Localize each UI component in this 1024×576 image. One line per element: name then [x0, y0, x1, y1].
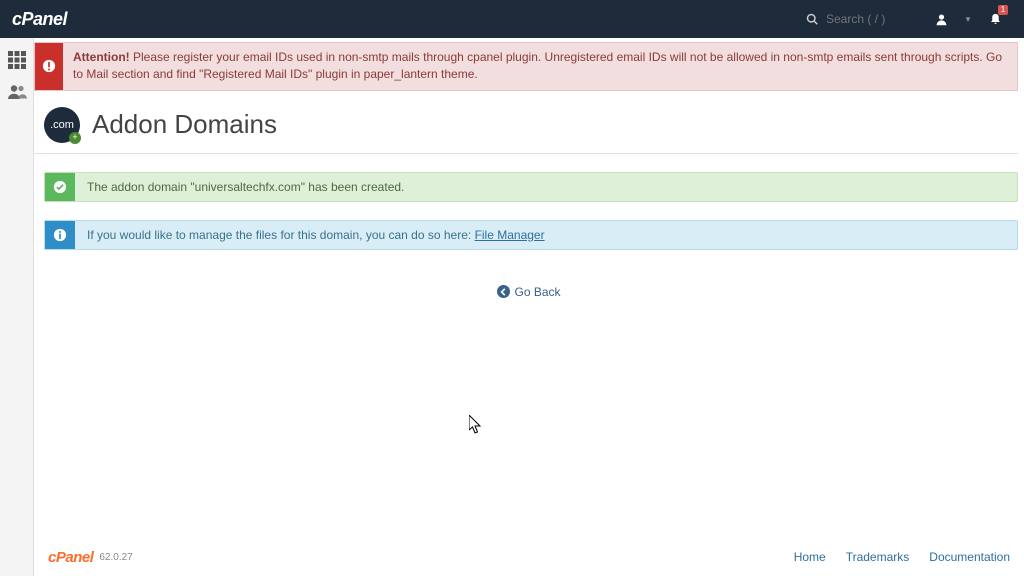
cpanel-logo[interactable]: cPanel: [12, 9, 67, 30]
user-menu-caret[interactable]: ▾: [958, 14, 978, 25]
notifications-button[interactable]: 1: [978, 0, 1012, 38]
left-sidebar: [0, 38, 34, 576]
main-content: Attention! Please register your email ID…: [34, 38, 1024, 538]
info-icon-wrap: [45, 221, 75, 249]
notification-badge: 1: [998, 5, 1008, 15]
search-input[interactable]: [826, 12, 906, 26]
info-alert: If you would like to manage the files fo…: [44, 220, 1018, 250]
logo-text: cPanel: [12, 9, 67, 30]
check-circle-icon: [53, 180, 67, 194]
info-text: If you would like to manage the files fo…: [75, 221, 1017, 249]
sidebar-apps[interactable]: [3, 46, 31, 74]
exclamation-icon: [42, 59, 56, 73]
info-circle-icon: [53, 228, 67, 242]
attention-text: Attention! Please register your email ID…: [63, 43, 1017, 90]
success-alert: The addon domain "universaltechfx.com" h…: [44, 172, 1018, 202]
sidebar-users[interactable]: [3, 78, 31, 106]
alert-icon-wrap: [35, 43, 63, 90]
go-back-label: Go Back: [514, 285, 560, 299]
attention-body: Please register your email IDs used in n…: [73, 50, 1002, 81]
user-icon: [935, 13, 948, 26]
search-icon: [806, 13, 818, 25]
attention-label: Attention!: [73, 50, 130, 64]
info-prefix: If you would like to manage the files fo…: [87, 228, 475, 242]
users-icon: [7, 84, 27, 100]
success-icon-wrap: [45, 173, 75, 201]
footer-link-trademarks[interactable]: Trademarks: [846, 550, 910, 564]
search-wrap: [806, 12, 906, 26]
footer-version: 62.0.27: [99, 552, 132, 563]
app-header: cPanel ▾ 1: [0, 0, 1024, 38]
success-text: The addon domain "universaltechfx.com" h…: [75, 173, 1017, 201]
file-manager-link[interactable]: File Manager: [475, 228, 545, 242]
footer-logo[interactable]: cPanel: [48, 549, 93, 566]
page-title-bar: .com + Addon Domains: [34, 91, 1018, 154]
page-heading: Addon Domains: [92, 109, 277, 140]
go-back-wrap: Go Back: [34, 284, 1024, 299]
attention-alert: Attention! Please register your email ID…: [34, 42, 1018, 91]
footer-link-home[interactable]: Home: [794, 550, 826, 564]
user-menu[interactable]: [924, 0, 958, 38]
footer-link-documentation[interactable]: Documentation: [929, 550, 1010, 564]
footer: cPanel 62.0.27 Home Trademarks Documenta…: [34, 538, 1024, 576]
go-back-link[interactable]: Go Back: [497, 285, 560, 299]
plus-badge: +: [69, 132, 81, 144]
addon-domains-icon: .com +: [44, 107, 80, 143]
icon-text: .com: [50, 119, 74, 131]
grid-icon: [8, 51, 26, 69]
arrow-left-icon: [497, 285, 510, 298]
